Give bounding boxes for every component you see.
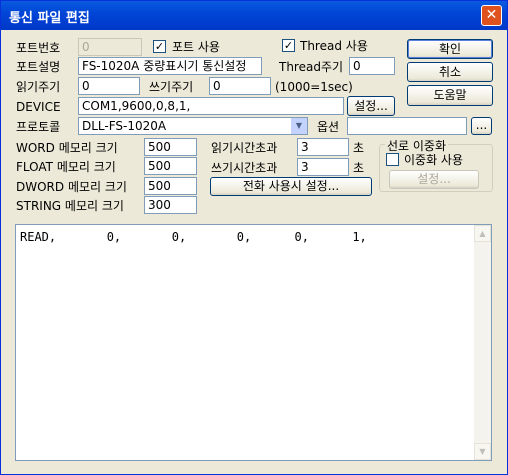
- scroll-up-icon[interactable]: ▲: [474, 225, 491, 242]
- vertical-scrollbar[interactable]: ▲ ▼: [474, 225, 491, 460]
- read-timeout-input[interactable]: 3: [297, 138, 349, 156]
- redundancy-setting-button: 설정...: [389, 170, 479, 189]
- script-text: READ, 0, 0, 0, 0, 1,: [20, 230, 367, 244]
- thread-use-checkbox[interactable]: ✓: [282, 39, 295, 52]
- port-description-input[interactable]: FS-1020A 중량표시기 통신설정: [78, 57, 262, 75]
- dialog-window: 통신 파일 편집 ✕ 포트번호 0 ✓ 포트 사용 ✓ Thread 사용 포트…: [0, 0, 508, 475]
- cancel-button[interactable]: 취소: [407, 62, 493, 82]
- read-period-input[interactable]: 0: [78, 77, 140, 95]
- option-browse-button[interactable]: ...: [471, 117, 492, 135]
- port-number-field: 0: [78, 38, 142, 56]
- word-memory-label: WORD 메모리 크기: [16, 141, 118, 155]
- write-timeout-label: 쓰기시간초과: [211, 161, 278, 175]
- write-period-label: 쓰기주기: [149, 80, 194, 94]
- option-input[interactable]: [347, 117, 467, 135]
- help-button[interactable]: 도움말: [407, 85, 493, 106]
- redundancy-use-checkbox[interactable]: [386, 153, 399, 166]
- port-use-label: 포트 사용: [172, 40, 220, 54]
- title-bar[interactable]: 통신 파일 편집 ✕: [1, 1, 507, 30]
- thread-use-label: Thread 사용: [300, 39, 368, 53]
- protocol-select[interactable]: DLL-FS-1020A ▼: [78, 117, 308, 135]
- device-input[interactable]: COM1,9600,0,8,1,: [78, 97, 344, 115]
- port-description-label: 포트설명: [16, 60, 61, 74]
- port-use-checkbox[interactable]: ✓: [153, 40, 166, 53]
- string-memory-input[interactable]: 300: [144, 196, 197, 214]
- chevron-down-icon[interactable]: ▼: [291, 118, 307, 134]
- port-number-label: 포트번호: [16, 41, 61, 55]
- scroll-down-icon[interactable]: ▼: [474, 443, 491, 460]
- thread-period-label: Thread주기: [279, 60, 344, 74]
- close-icon: ✕: [485, 7, 498, 23]
- read-timeout-unit: 초: [353, 141, 365, 155]
- string-memory-label: STRING 메모리 크기: [16, 199, 124, 213]
- word-memory-input[interactable]: 500: [144, 138, 197, 156]
- redundancy-group-title: 선로 이중화: [385, 137, 449, 154]
- script-textarea[interactable]: READ, 0, 0, 0, 0, 1, ▲ ▼: [15, 224, 492, 461]
- float-memory-label: FLOAT 메모리 크기: [16, 160, 116, 174]
- period-hint: (1000=1sec): [275, 80, 353, 94]
- read-period-label: 읽기주기: [16, 80, 61, 94]
- close-button[interactable]: ✕: [481, 5, 502, 26]
- device-label: DEVICE: [16, 100, 61, 114]
- phone-setting-button[interactable]: 전화 사용시 설정...: [210, 177, 372, 196]
- write-timeout-unit: 초: [353, 161, 365, 175]
- window-title: 통신 파일 편집: [9, 11, 90, 26]
- device-setting-button[interactable]: 설정...: [347, 96, 395, 116]
- protocol-value: DLL-FS-1020A: [82, 119, 167, 133]
- read-timeout-label: 읽기시간초과: [211, 141, 278, 155]
- write-timeout-input[interactable]: 3: [297, 158, 349, 176]
- float-memory-input[interactable]: 500: [144, 157, 197, 175]
- protocol-label: 프로토콜: [16, 120, 61, 134]
- option-label: 옵션: [317, 120, 340, 134]
- dword-memory-label: DWORD 메모리 크기: [16, 180, 127, 194]
- redundancy-use-label: 이중화 사용: [404, 153, 464, 167]
- thread-period-input[interactable]: 0: [349, 57, 395, 75]
- dword-memory-input[interactable]: 500: [144, 177, 197, 195]
- write-period-input[interactable]: 0: [209, 77, 271, 95]
- ok-button[interactable]: 확인: [407, 39, 493, 59]
